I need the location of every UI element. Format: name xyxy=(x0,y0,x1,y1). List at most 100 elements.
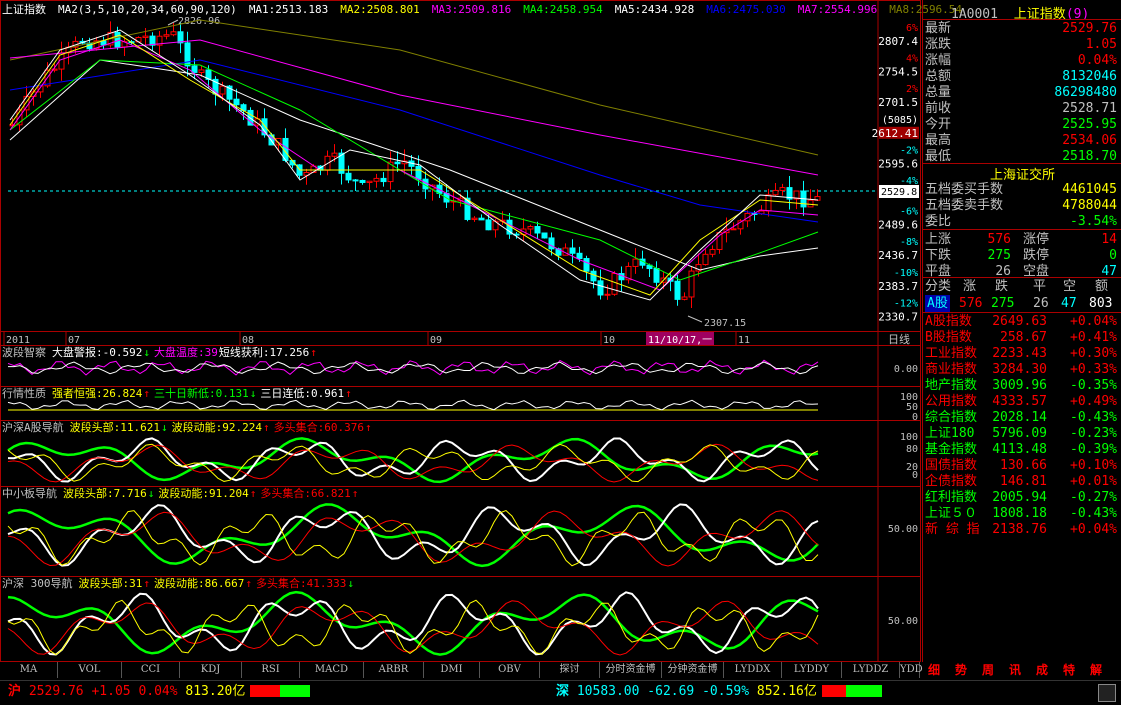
quote-row: 总额 8132046 xyxy=(925,68,1119,85)
indicator-tab[interactable]: MA xyxy=(0,662,58,678)
indicator-tab[interactable]: DMI xyxy=(424,662,480,678)
sh-breadth-bar xyxy=(250,685,310,697)
breadth-row: 上涨 576 涨停 14 xyxy=(925,231,1119,248)
quote-label: 今开 xyxy=(925,117,952,132)
panel-metric: 三日连低:0.961 xyxy=(260,387,345,400)
index-name: 工业指数 xyxy=(925,346,978,361)
index-name: 地产指数 xyxy=(925,378,978,393)
indicator-tab[interactable]: OBV xyxy=(480,662,540,678)
indicator-tab[interactable]: RSI xyxy=(242,662,300,678)
sz-label: 深 xyxy=(556,684,570,699)
index-price: 1808.18 xyxy=(992,506,1047,521)
index-row[interactable]: 综合指数 2028.14 -0.43% xyxy=(925,409,1119,426)
y-axis-price-label: 2612.41 xyxy=(872,127,918,140)
indicator-tab[interactable]: LYDDY xyxy=(782,662,842,678)
quote-panel-tab[interactable]: 解 xyxy=(1090,662,1102,678)
panel-metric: 波段动能:86.667 xyxy=(154,577,245,590)
panel-metric: ↑ xyxy=(262,421,270,434)
class-header: 分类涨 跌 平 空 额 xyxy=(923,278,1121,295)
index-change: +0.10% xyxy=(1070,458,1117,473)
depth-value: -3.54% xyxy=(1070,214,1117,229)
index-row[interactable]: 地产指数 3009.96 -0.35% xyxy=(925,377,1119,394)
candle-body xyxy=(366,180,373,183)
panel-metric: 三十日新低:0.131 xyxy=(153,387,249,400)
indicator-tab[interactable]: ARBR xyxy=(364,662,424,678)
class-row-cell: 275 xyxy=(991,296,1015,311)
indicator-tab[interactable]: 分时资金博 xyxy=(600,662,662,678)
quote-panel-tab[interactable]: 势 xyxy=(955,662,967,678)
window-control-icon[interactable] xyxy=(1098,684,1116,702)
panel-metric: ↑ xyxy=(351,487,359,500)
ma-legend-item: MA2(3,5,10,20,34,60,90,120) xyxy=(58,3,237,16)
quote-row: 今开 2525.95 xyxy=(925,116,1119,133)
candle-body xyxy=(415,165,422,180)
quote-label: 最新 xyxy=(925,21,952,36)
period-label: 日线 xyxy=(888,332,910,346)
panel-metric: ↑ xyxy=(364,421,372,434)
candle-body xyxy=(569,247,576,254)
quote-panel-tab[interactable]: 细 xyxy=(928,662,940,678)
sh-index-ticker[interactable]: 沪 2529.76 +1.05 0.04% 813.20亿 xyxy=(8,681,245,703)
date-cursor-label: 11/10/17,一 xyxy=(648,335,712,346)
panel-metric: ↑ xyxy=(143,387,150,400)
indicator-tab[interactable]: 分钟资金博 xyxy=(662,662,724,678)
index-price: 4333.57 xyxy=(992,394,1047,409)
quote-panel-tab[interactable]: 成 xyxy=(1036,662,1048,678)
index-price: 3284.30 xyxy=(992,362,1047,377)
candle-body xyxy=(807,199,814,208)
chart-canvas[interactable]: 6%2807.4 4%2754.5 2%2701.5 (5085)2612.41 -2%… xyxy=(0,0,921,662)
candle-body xyxy=(674,280,681,300)
index-row[interactable]: B股指数 258.67 +0.41% xyxy=(925,329,1119,346)
quote-panel-tab[interactable]: 特 xyxy=(1063,662,1075,678)
depth-value: 4461045 xyxy=(1062,182,1117,197)
index-row[interactable]: 公用指数 4333.57 +0.49% xyxy=(925,393,1119,410)
panel-metric: 大盘温度:39 xyxy=(153,346,218,359)
ma-legend-item: MA2:2508.801 xyxy=(340,3,420,16)
candle-body xyxy=(142,35,149,39)
sh-pct: 0.04% xyxy=(138,684,178,699)
y-axis-price-label: 2489.6 xyxy=(878,219,918,232)
breadth-value: 0 xyxy=(1109,248,1117,263)
indicator-tab[interactable]: CCI xyxy=(122,662,180,678)
index-row[interactable]: A股指数 2649.63 +0.04% xyxy=(925,313,1119,330)
index-change: -0.43% xyxy=(1070,506,1117,521)
candle-body xyxy=(163,34,170,37)
quote-row: 涨幅 0.04% xyxy=(925,52,1119,69)
y-axis-pct-label: 2% xyxy=(906,84,918,95)
indicator-tab[interactable]: LYDDX xyxy=(724,662,782,678)
panel-metric: 波段头部:7.716 xyxy=(63,487,147,500)
index-row[interactable]: 上证180 5796.09 -0.23% xyxy=(925,425,1119,442)
indicator-tab[interactable]: MACD xyxy=(300,662,364,678)
quote-panel-tab[interactable]: 周 xyxy=(982,662,994,678)
indicator-tab[interactable]: KDJ xyxy=(180,662,242,678)
candle-body xyxy=(485,219,492,231)
indicator-tab[interactable]: 探讨 xyxy=(540,662,600,678)
panel-title: 中小板导航 xyxy=(2,487,57,500)
candle-body xyxy=(548,237,555,250)
panel-metric: 多头集合:41.333 xyxy=(255,577,347,590)
quote-row: 前收 2528.71 xyxy=(925,100,1119,117)
index-row[interactable]: 工业指数 2233.43 +0.30% xyxy=(925,345,1119,362)
ma-legend-item: MA3:2509.816 xyxy=(431,3,512,16)
quote-panel-tab[interactable]: 讯 xyxy=(1009,662,1021,678)
sz-index-ticker[interactable]: 深 10583.00 -62.69 -0.59% 852.16亿 xyxy=(556,681,817,703)
indicator-tab[interactable]: LYDDZ xyxy=(842,662,900,678)
index-row[interactable]: 基金指数 4113.48 -0.39% xyxy=(925,441,1119,458)
index-price: 4113.48 xyxy=(992,442,1047,457)
panel-title: 行情性质 xyxy=(2,387,46,400)
indicator-tab[interactable]: YDD xyxy=(900,662,923,678)
quote-row: 最高 2534.06 xyxy=(925,132,1119,149)
quote-label: 最高 xyxy=(925,133,952,148)
index-name: A股指数 xyxy=(925,314,972,329)
indicator-tab[interactable]: VOL xyxy=(58,662,122,678)
index-row[interactable]: 红利指数 2005.94 -0.27% xyxy=(925,489,1119,506)
index-row[interactable]: 上证５０ 1808.18 -0.43% xyxy=(925,505,1119,522)
quote-value: 2528.71 xyxy=(1062,101,1117,116)
index-row[interactable]: 企债指数 146.81 +0.01% xyxy=(925,473,1119,490)
index-row[interactable]: 新 综 指 2138.76 +0.04% xyxy=(925,521,1119,538)
index-row[interactable]: 国债指数 130.66 +0.10% xyxy=(925,457,1119,474)
index-row[interactable]: 商业指数 3284.30 +0.33% xyxy=(925,361,1119,378)
hs300-extra-line xyxy=(7,599,819,656)
panel-metric: ↓ xyxy=(143,346,150,359)
class-row[interactable]: A股 576 275 26 47 803 xyxy=(923,295,1121,312)
